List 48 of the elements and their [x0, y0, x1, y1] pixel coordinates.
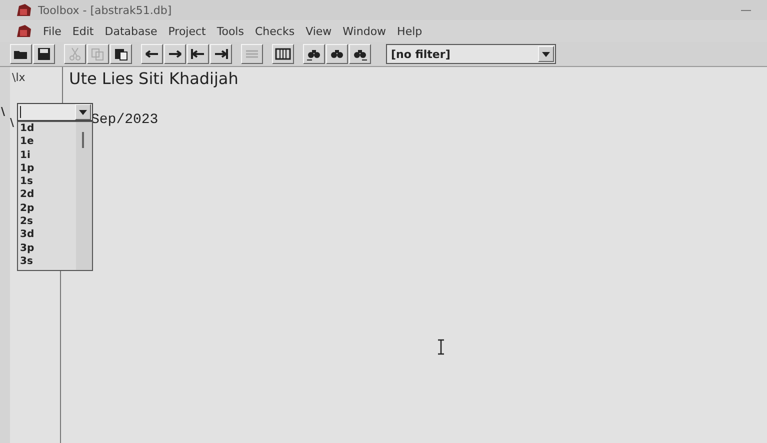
menu-item[interactable]: Checks	[254, 24, 295, 38]
dropdown-option[interactable]: 2p	[18, 202, 76, 216]
text-cursor-icon	[436, 339, 446, 355]
toolbar-button[interactable]	[110, 44, 132, 64]
scroll-thumb[interactable]	[82, 132, 84, 148]
dropdown-option[interactable]: 1i	[18, 148, 76, 162]
filter-dropdown[interactable]: [no filter]	[386, 44, 556, 64]
toolbar-button[interactable]	[303, 44, 325, 64]
toolbar-button[interactable]	[326, 44, 348, 64]
paste-icon	[113, 47, 129, 61]
dropdown-option[interactable]: 1e	[18, 135, 76, 149]
toolbar-button[interactable]	[187, 44, 209, 64]
caret-icon	[542, 52, 550, 56]
dropdown-option[interactable]: 3d	[18, 228, 76, 242]
dropdown-option[interactable]: 2d	[18, 188, 76, 202]
menu-item[interactable]: File	[43, 24, 62, 38]
window-title: Toolbox - [abstrak51.db]	[38, 4, 172, 16]
dropdown-option[interactable]: 3p	[18, 242, 76, 255]
cut-icon	[67, 47, 83, 61]
app-icon	[16, 3, 32, 17]
menu-item[interactable]: Project	[168, 24, 206, 38]
menu-item[interactable]: Edit	[72, 24, 94, 38]
toolbar-button[interactable]	[10, 44, 32, 64]
menu-item[interactable]: Database	[104, 24, 158, 38]
menu-item[interactable]: Tools	[216, 24, 244, 38]
toolbar-button[interactable]	[349, 44, 371, 64]
document-icon[interactable]	[16, 24, 32, 38]
toolbar-button[interactable]	[210, 44, 232, 64]
scroll-bar[interactable]	[76, 122, 92, 270]
marker-dropdown[interactable]	[17, 103, 93, 121]
menu-item[interactable]: View	[306, 24, 332, 38]
dropdown-option[interactable]: 1p	[18, 162, 76, 176]
dropdown-option[interactable]: 1s	[18, 175, 76, 188]
field-value[interactable]: Ute Lies Siti Khadijah	[63, 67, 238, 105]
dropdown-option[interactable]: 3s	[18, 254, 76, 268]
toolbar-button[interactable]	[141, 44, 163, 64]
field-marker: \	[1, 104, 5, 118]
menu-item[interactable]: Window	[342, 24, 386, 38]
columns-icon	[275, 47, 291, 61]
dropdown-option[interactable]: 2s	[18, 215, 76, 228]
save-icon	[36, 47, 52, 61]
toolbar-button[interactable]	[272, 44, 294, 64]
text-caret	[20, 106, 21, 118]
toolbar-button[interactable]	[164, 44, 186, 64]
caret-icon	[79, 110, 87, 114]
menu-item[interactable]: Help	[397, 24, 422, 38]
copy-icon	[90, 47, 106, 61]
toolbar-button[interactable]	[33, 44, 55, 64]
